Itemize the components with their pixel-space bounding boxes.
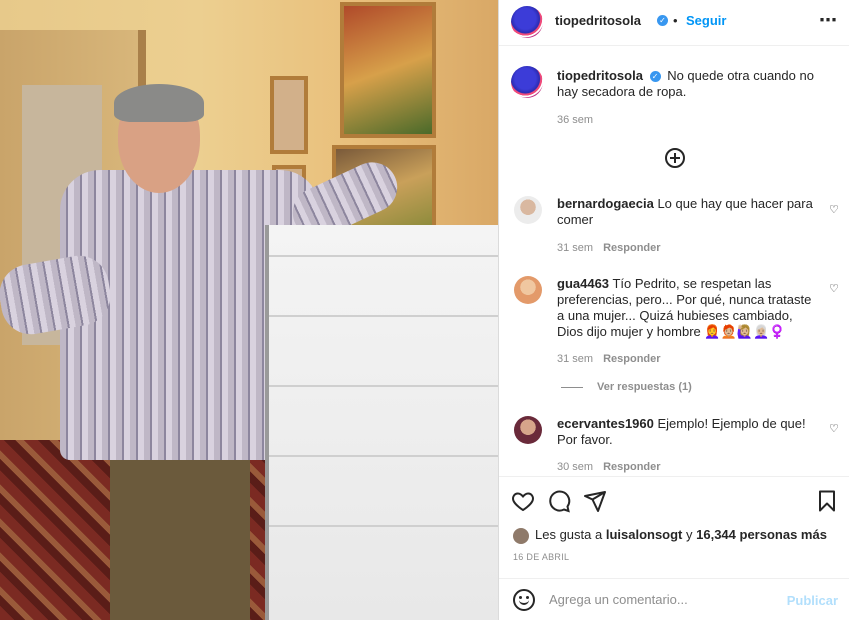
comment-username[interactable]: bernardogaecia <box>557 196 654 211</box>
post-sidebar: tiopedritosola ✓ • Seguir ⋯ tiopedritoso… <box>498 0 849 620</box>
likes-summary[interactable]: Les gusta a luisalonsogt y 16,344 person… <box>513 527 827 544</box>
reply-button[interactable]: Responder <box>603 242 660 254</box>
comment-meta: 30 sem Responder <box>557 461 661 473</box>
reply-button[interactable]: Responder <box>603 461 660 473</box>
comment-avatar[interactable] <box>514 196 542 224</box>
comment-time[interactable]: 30 sem <box>557 461 593 473</box>
likes-prefix: Les gusta a <box>535 527 606 542</box>
comment-meta: 31 sem Responder <box>557 242 661 254</box>
post-photo[interactable] <box>0 0 498 620</box>
likes-user[interactable]: luisalonsogt <box>606 527 683 542</box>
post-view: tiopedritosola ✓ • Seguir ⋯ tiopedritoso… <box>0 0 849 620</box>
comment-like-icon[interactable]: ♡ <box>829 424 839 435</box>
photo-painting-1 <box>340 2 436 138</box>
post-date[interactable]: 16 DE ABRIL <box>513 552 569 562</box>
liker-avatar <box>513 527 529 544</box>
verified-badge-icon: ✓ <box>657 15 668 26</box>
likes-middle: y <box>682 527 697 542</box>
caption-time[interactable]: 36 sem <box>557 114 593 126</box>
caption-username[interactable]: tiopedritosola <box>557 68 643 83</box>
bookmark-icon[interactable] <box>815 489 839 513</box>
verified-badge-icon: ✓ <box>649 71 661 83</box>
send-icon[interactable] <box>583 489 607 513</box>
comment-avatar[interactable] <box>514 276 542 304</box>
comment: ecervantes1960 Ejemplo! Ejemplo de que! … <box>557 416 822 448</box>
comment-time[interactable]: 31 sem <box>557 353 593 365</box>
comment: gua4463 Tío Pedrito, se respetan las pre… <box>557 276 822 340</box>
separator-dot: • <box>673 13 678 28</box>
comment: bernardogaecia Lo que hay que hacer para… <box>557 196 822 228</box>
comment-username[interactable]: gua4463 <box>557 276 609 291</box>
photo-pants <box>110 440 250 620</box>
caption: tiopedritosola ✓ No quede otra cuando no… <box>557 68 837 100</box>
follow-button[interactable]: Seguir <box>686 13 726 28</box>
caption-avatar[interactable] <box>511 66 543 98</box>
comment-like-icon[interactable]: ♡ <box>829 284 839 295</box>
view-replies-button[interactable]: Ver respuestas (1) <box>561 381 692 393</box>
photo-painting-2 <box>270 76 308 154</box>
header-username[interactable]: tiopedritosola <box>555 13 641 28</box>
comment-input[interactable] <box>547 591 781 608</box>
comment-bar: Publicar <box>499 578 849 620</box>
comment-time[interactable]: 31 sem <box>557 242 593 254</box>
comment-meta: 31 sem Responder <box>557 353 661 365</box>
emoji-icon[interactable] <box>513 589 535 611</box>
post-actions <box>499 476 849 522</box>
photo-drying-rack <box>265 225 498 620</box>
comment-like-icon[interactable]: ♡ <box>829 205 839 216</box>
post-comment-button[interactable]: Publicar <box>787 593 838 608</box>
likes-count[interactable]: 16,344 personas más <box>696 527 827 542</box>
comment-icon[interactable] <box>547 489 571 513</box>
author-avatar[interactable] <box>511 6 543 38</box>
view-replies-label: Ver respuestas (1) <box>597 381 692 393</box>
comment-avatar[interactable] <box>514 416 542 444</box>
heart-icon[interactable] <box>511 489 535 513</box>
reply-button[interactable]: Responder <box>603 353 660 365</box>
photo-hair <box>114 84 204 122</box>
replies-divider <box>561 386 583 388</box>
comment-username[interactable]: ecervantes1960 <box>557 416 654 431</box>
plus-circle-icon[interactable] <box>665 148 685 168</box>
post-header: tiopedritosola ✓ • Seguir ⋯ <box>499 0 849 46</box>
more-options-icon[interactable]: ⋯ <box>819 10 838 31</box>
